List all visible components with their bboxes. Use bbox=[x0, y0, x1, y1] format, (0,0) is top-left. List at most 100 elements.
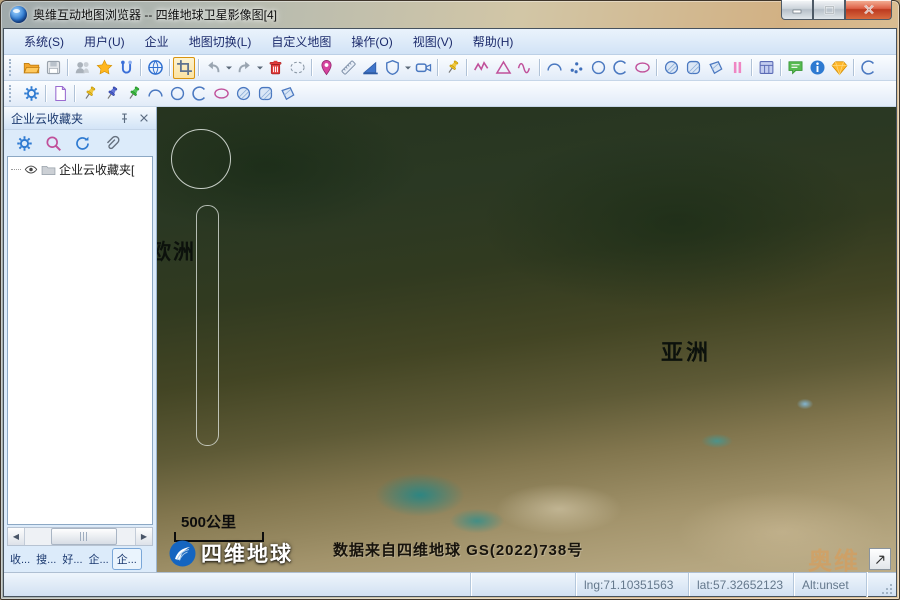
sidebar-horizontal-scrollbar[interactable]: ◀ ▶ bbox=[7, 527, 153, 546]
redo-dropdown-icon[interactable] bbox=[255, 57, 264, 79]
tree-connector bbox=[11, 169, 21, 170]
ellipse-icon[interactable] bbox=[631, 57, 653, 79]
polygon-icon[interactable] bbox=[492, 57, 514, 79]
toolbar-separator bbox=[74, 85, 75, 102]
menu-operation[interactable]: 操作(O) bbox=[341, 30, 402, 53]
pushpin-yellow-icon[interactable] bbox=[78, 83, 100, 105]
toolbar-grip[interactable] bbox=[9, 85, 15, 102]
pushpin-yellow-icon[interactable] bbox=[441, 57, 463, 79]
shape-style-dropdown-icon[interactable] bbox=[403, 57, 412, 79]
delete-icon[interactable] bbox=[264, 57, 286, 79]
menu-help[interactable]: 帮助(H) bbox=[463, 30, 524, 53]
open-arc-icon[interactable] bbox=[609, 57, 631, 79]
circle-icon[interactable] bbox=[166, 83, 188, 105]
visibility-eye-icon[interactable] bbox=[24, 164, 38, 175]
globe-3d-icon[interactable] bbox=[144, 57, 166, 79]
polyline-icon[interactable] bbox=[470, 57, 492, 79]
filled-polygon-icon[interactable] bbox=[704, 57, 726, 79]
map-viewport[interactable]: 欧洲 亚洲 500公里 四维地球 数据来自四维地球 GS(2022)738号 bbox=[157, 107, 896, 572]
dock-pin-icon[interactable] bbox=[116, 110, 132, 126]
friends-icon[interactable] bbox=[71, 57, 93, 79]
circle-icon[interactable] bbox=[587, 57, 609, 79]
toolbar-grip[interactable] bbox=[9, 59, 15, 76]
toolbar-separator bbox=[437, 59, 438, 76]
filled-rounded-rect-icon[interactable] bbox=[682, 57, 704, 79]
clipped-arc-icon[interactable] bbox=[857, 57, 879, 79]
tree-item-label[interactable]: 企业云收藏夹[ bbox=[59, 161, 134, 178]
app-logo-icon bbox=[10, 6, 27, 23]
multipoint-icon[interactable] bbox=[565, 57, 587, 79]
provider-logo-text: 四维地球 bbox=[201, 538, 293, 568]
minimize-button[interactable] bbox=[781, 0, 813, 20]
close-button[interactable] bbox=[845, 0, 892, 20]
scrollbar-thumb[interactable] bbox=[51, 528, 117, 545]
camera-icon[interactable] bbox=[412, 57, 434, 79]
pushpin-blue-icon[interactable] bbox=[100, 83, 122, 105]
scroll-right-arrow-icon[interactable]: ▶ bbox=[135, 528, 152, 545]
undo-icon[interactable] bbox=[202, 57, 224, 79]
main-toolbar-icons bbox=[20, 57, 879, 79]
favorites-icon[interactable] bbox=[93, 57, 115, 79]
panel-settings-icon[interactable] bbox=[13, 132, 35, 154]
scroll-left-arrow-icon[interactable]: ◀ bbox=[8, 528, 25, 545]
panel-refresh-icon[interactable] bbox=[71, 132, 93, 154]
selection-ellipse-icon[interactable] bbox=[286, 57, 308, 79]
menu-user[interactable]: 用户(U) bbox=[74, 30, 135, 53]
panel-close-icon[interactable] bbox=[136, 110, 152, 126]
client-area: 系统(S) 用户(U) 企业 地图切换(L) 自定义地图 操作(O) 视图(V)… bbox=[3, 28, 897, 597]
status-latitude: lat:57.32652123 bbox=[688, 573, 793, 596]
settings-icon[interactable] bbox=[20, 83, 42, 105]
ellipse-icon[interactable] bbox=[210, 83, 232, 105]
undo-dropdown-icon[interactable] bbox=[224, 57, 233, 79]
menu-enterprise[interactable]: 企业 bbox=[135, 30, 179, 53]
panel-attach-icon[interactable] bbox=[100, 132, 122, 154]
menu-custom-map[interactable]: 自定义地图 bbox=[261, 30, 341, 53]
measure-distance-icon[interactable] bbox=[337, 57, 359, 79]
track-icon[interactable] bbox=[115, 57, 137, 79]
tab-enterprise[interactable]: 企... bbox=[86, 549, 112, 569]
message-icon[interactable] bbox=[784, 57, 806, 79]
filled-rounded-rect-icon[interactable] bbox=[254, 83, 276, 105]
area-select-tool-icon[interactable] bbox=[173, 57, 195, 79]
menu-view[interactable]: 视图(V) bbox=[403, 30, 463, 53]
close-icon bbox=[863, 4, 875, 15]
tree-row[interactable]: 企业云收藏夹[ bbox=[11, 161, 152, 178]
pushpin-green-icon[interactable] bbox=[122, 83, 144, 105]
toolbar-separator bbox=[751, 59, 752, 76]
maximize-button[interactable] bbox=[813, 0, 845, 20]
panel-search-icon[interactable] bbox=[42, 132, 64, 154]
shape-style-icon[interactable] bbox=[381, 57, 403, 79]
menu-bar: 系统(S) 用户(U) 企业 地图切换(L) 自定义地图 操作(O) 视图(V)… bbox=[4, 29, 896, 55]
drawn-circle-shape[interactable] bbox=[171, 129, 231, 189]
new-page-icon[interactable] bbox=[49, 83, 71, 105]
menu-map-switch[interactable]: 地图切换(L) bbox=[179, 30, 262, 53]
title-bar[interactable]: 奥维互动地图浏览器 -- 四维地球卫星影像图[4] bbox=[0, 0, 900, 28]
arc-icon[interactable] bbox=[543, 57, 565, 79]
filled-circle-icon[interactable] bbox=[232, 83, 254, 105]
menu-system[interactable]: 系统(S) bbox=[14, 30, 74, 53]
curve-icon[interactable] bbox=[514, 57, 536, 79]
arc-icon[interactable] bbox=[144, 83, 166, 105]
placemark-icon[interactable] bbox=[315, 57, 337, 79]
filled-circle-icon[interactable] bbox=[660, 57, 682, 79]
provider-logo: 四维地球 bbox=[169, 538, 293, 568]
tab-search[interactable]: 搜... bbox=[33, 549, 59, 569]
open-arc-icon[interactable] bbox=[188, 83, 210, 105]
measure-area-icon[interactable] bbox=[359, 57, 381, 79]
attribute-table-icon[interactable] bbox=[755, 57, 777, 79]
info-icon[interactable] bbox=[806, 57, 828, 79]
open-file-icon[interactable] bbox=[20, 57, 42, 79]
sidebar-tabs: 收... 搜... 好... 企... 企... bbox=[4, 547, 156, 572]
drawn-capsule-shape[interactable] bbox=[196, 205, 219, 446]
parallel-lines-icon[interactable] bbox=[726, 57, 748, 79]
filled-polygon-icon[interactable] bbox=[276, 83, 298, 105]
vip-icon[interactable] bbox=[828, 57, 850, 79]
favorites-tree[interactable]: 企业云收藏夹[ bbox=[7, 156, 153, 525]
tab-friends[interactable]: 好... bbox=[59, 549, 85, 569]
resize-grip[interactable] bbox=[866, 572, 896, 597]
save-icon[interactable] bbox=[42, 57, 64, 79]
map-corner-button[interactable] bbox=[869, 548, 891, 570]
tab-enterprise-cloud[interactable]: 企... bbox=[112, 548, 142, 570]
tab-favorites[interactable]: 收... bbox=[7, 549, 33, 569]
redo-icon[interactable] bbox=[233, 57, 255, 79]
